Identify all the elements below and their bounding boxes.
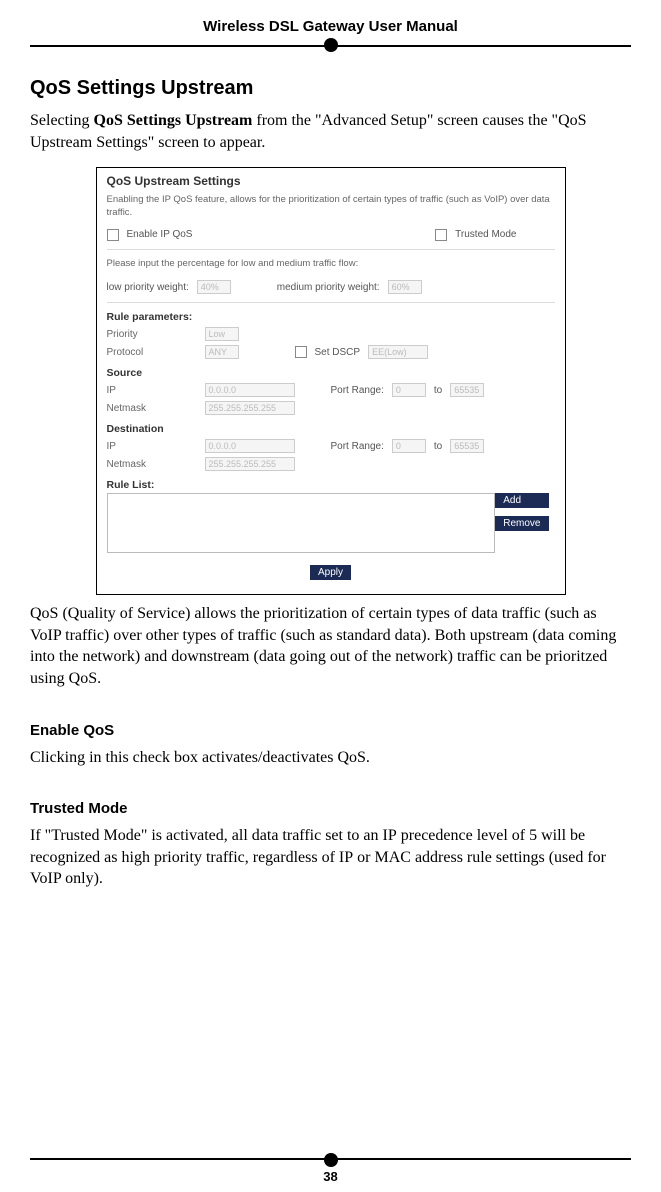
intro-pre: Selecting — [30, 112, 94, 129]
low-weight-select[interactable]: 40% — [197, 280, 231, 294]
qos-description: QoS (Quality of Service) allows the prio… — [30, 603, 631, 689]
priority-label: Priority — [107, 329, 197, 340]
rule-list-heading: Rule List: — [107, 479, 555, 491]
trusted-sc3: MAC — [374, 849, 410, 866]
dst-netmask-label: Netmask — [107, 459, 197, 470]
apply-button[interactable]: Apply — [310, 565, 351, 580]
low-weight-label: low priority weight: — [107, 282, 189, 293]
setdscp-label: Set DSCP — [315, 347, 361, 358]
rule-params-heading: Rule parameters: — [107, 311, 555, 323]
ss-note: Enabling the IP QoS feature, allows for … — [107, 194, 555, 219]
dst-port-label: Port Range: — [331, 441, 384, 452]
add-button[interactable]: Add — [495, 493, 548, 508]
dst-netmask-input[interactable]: 255.255.255.255 — [205, 457, 295, 471]
rule-list-box[interactable] — [107, 493, 495, 553]
src-ip-label: IP — [107, 385, 197, 396]
protocol-select[interactable]: ANY — [205, 345, 239, 359]
page-number: 38 — [0, 1169, 661, 1184]
dst-port-b[interactable]: 65535 — [450, 439, 484, 453]
src-port-label: Port Range: — [331, 385, 384, 396]
ss-title: QoS Upstream Settings — [107, 174, 555, 188]
dest-heading: Destination — [107, 423, 555, 435]
trusted-sc2: IP — [339, 849, 353, 866]
src-ip-input[interactable]: 0.0.0.0 — [205, 383, 295, 397]
manual-title: Wireless DSL Gateway User Manual — [203, 18, 458, 35]
src-port-b[interactable]: 65535 — [450, 383, 484, 397]
setdscp-checkbox[interactable] — [295, 346, 307, 358]
qos-screenshot: QoS Upstream Settings Enabling the IP Qo… — [96, 167, 566, 595]
dst-port-a[interactable]: 0 — [392, 439, 426, 453]
protocol-label: Protocol — [107, 347, 197, 358]
trusted-mode-label: Trusted Mode — [455, 229, 516, 240]
dst-ip-label: IP — [107, 441, 197, 452]
source-heading: Source — [107, 367, 555, 379]
setdscp-select[interactable]: EE(Low) — [368, 345, 428, 359]
remove-button[interactable]: Remove — [495, 516, 548, 531]
trusted-mode-checkbox[interactable] — [435, 229, 447, 241]
enable-qos-label: Enable IP QoS — [127, 229, 193, 240]
src-port-to: to — [434, 385, 442, 396]
src-netmask-label: Netmask — [107, 403, 197, 414]
section-title: QoS Settings Upstream — [30, 77, 631, 100]
enable-qos-text: Clicking in this check box activates/dea… — [30, 747, 631, 769]
dst-port-to: to — [434, 441, 442, 452]
header-ornament — [324, 38, 338, 52]
trusted-mid2: or — [353, 849, 374, 866]
trusted-pre: If "Trusted Mode" is activated, all data… — [30, 827, 383, 844]
enable-qos-title: Enable QoS — [30, 722, 631, 739]
trusted-mode-title: Trusted Mode — [30, 800, 631, 817]
priority-select[interactable]: Low — [205, 327, 239, 341]
dst-ip-input[interactable]: 0.0.0.0 — [205, 439, 295, 453]
percent-note: Please input the percentage for low and … — [107, 258, 555, 270]
trusted-mode-text: If "Trusted Mode" is activated, all data… — [30, 825, 631, 890]
trusted-sc1: IP — [383, 827, 397, 844]
med-weight-label: medium priority weight: — [277, 282, 380, 293]
src-netmask-input[interactable]: 255.255.255.255 — [205, 401, 295, 415]
src-port-a[interactable]: 0 — [392, 383, 426, 397]
section-intro: Selecting QoS Settings Upstream from the… — [30, 110, 631, 153]
intro-bold: QoS Settings Upstream — [94, 112, 253, 129]
med-weight-select[interactable]: 60% — [388, 280, 422, 294]
footer-ornament — [324, 1153, 338, 1167]
enable-qos-checkbox[interactable] — [107, 229, 119, 241]
manual-header: Wireless DSL Gateway User Manual — [30, 18, 631, 47]
